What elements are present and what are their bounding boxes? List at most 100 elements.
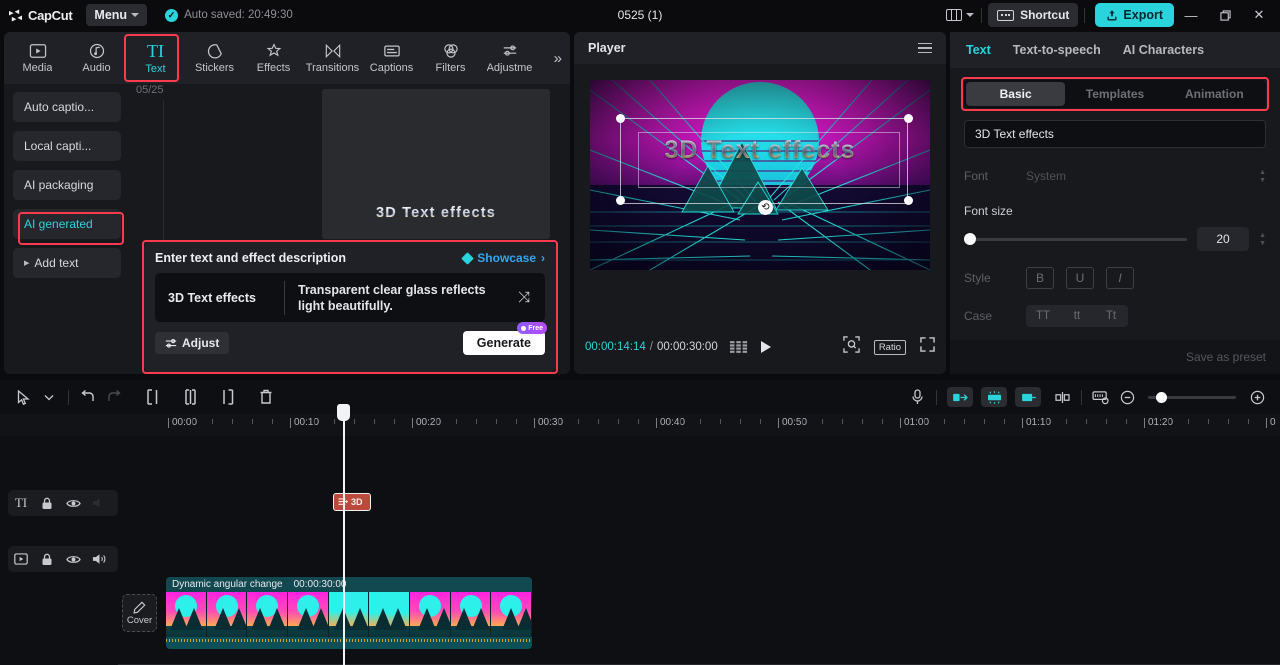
sidebar-item-ai-generated[interactable]: AI generated xyxy=(13,209,121,239)
video-clip[interactable]: Dynamic angular change 00:00:30:00 xyxy=(166,577,532,649)
font-size-stepper[interactable]: ▲ ▼ xyxy=(1259,232,1266,247)
showcase-link[interactable]: Showcase › xyxy=(461,251,545,265)
prompt-text-input[interactable]: 3D Text effects xyxy=(168,291,284,305)
maximize-icon xyxy=(1219,9,1231,21)
maximize-button[interactable] xyxy=(1208,0,1242,30)
italic-button[interactable]: I xyxy=(1106,267,1134,289)
prompt-input-box[interactable]: 3D Text effects Transparent clear glass … xyxy=(155,273,545,322)
ratio-button[interactable]: Ratio xyxy=(873,339,906,355)
tool-dropdown-button[interactable] xyxy=(36,384,62,410)
segment-basic[interactable]: Basic xyxy=(966,82,1066,106)
more-tabs-button[interactable]: » xyxy=(554,50,562,67)
resize-handle-bl[interactable] xyxy=(616,196,625,205)
tab-adjustment[interactable]: Adjustme xyxy=(480,34,539,82)
tab-audio[interactable]: Audio xyxy=(67,34,126,82)
tab-ai-characters[interactable]: AI Characters xyxy=(1123,43,1204,57)
bold-button[interactable]: B xyxy=(1026,267,1054,289)
tab-filters[interactable]: Filters xyxy=(421,34,480,82)
audio-waveform-strip xyxy=(166,637,532,649)
playhead[interactable] xyxy=(337,404,350,665)
frames-view-icon[interactable] xyxy=(729,341,748,353)
menu-button[interactable]: Menu xyxy=(86,4,148,26)
zoom-in-button[interactable] xyxy=(1244,384,1270,410)
adjust-button[interactable]: Adjust xyxy=(155,332,230,354)
speed-ramp-right-button[interactable] xyxy=(1015,387,1041,407)
text-content-input[interactable]: 3D Text effects xyxy=(964,120,1266,148)
record-voiceover-button[interactable] xyxy=(904,384,930,410)
sidebar-item-local-captions[interactable]: Local capti... xyxy=(13,131,121,161)
split-button[interactable] xyxy=(177,384,203,410)
generated-preview-card[interactable]: 3D Text effects xyxy=(322,89,550,239)
resize-handle-tr[interactable] xyxy=(904,114,913,123)
ruler-label: 00:20 xyxy=(411,417,442,428)
visibility-icon[interactable] xyxy=(60,546,86,572)
shortcut-button[interactable]: Shortcut xyxy=(988,3,1079,27)
delete-button[interactable] xyxy=(253,384,279,410)
shortcut-label: Shortcut xyxy=(1020,8,1070,22)
playhead-handle[interactable] xyxy=(337,404,350,421)
close-button[interactable]: ✕ xyxy=(1242,0,1276,30)
segment-animation[interactable]: Animation xyxy=(1165,82,1264,106)
lock-icon[interactable] xyxy=(34,490,60,516)
sidebar-item-add-text[interactable]: ▶ Add text xyxy=(13,248,121,278)
font-size-input[interactable]: 20 xyxy=(1197,227,1250,251)
tab-captions[interactable]: Captions xyxy=(362,34,421,82)
player-menu-icon[interactable] xyxy=(918,42,932,54)
auto-cut-button[interactable] xyxy=(981,387,1007,407)
text-clip[interactable]: 3D xyxy=(333,493,371,511)
minimize-button[interactable]: — xyxy=(1174,0,1208,30)
mirror-button[interactable] xyxy=(1049,384,1075,410)
export-button[interactable]: Export xyxy=(1095,3,1174,27)
audio-mute-icon[interactable] xyxy=(86,546,112,572)
segment-templates[interactable]: Templates xyxy=(1065,82,1164,106)
sidebar-item-auto-captions[interactable]: Auto captio... xyxy=(13,92,121,122)
tab-text[interactable]: TI Text xyxy=(126,34,185,82)
tab-stickers[interactable]: Stickers xyxy=(185,34,244,82)
filmstrip-icon xyxy=(729,341,748,353)
undo-button[interactable] xyxy=(75,384,101,410)
timeline-ruler[interactable]: 00:00 00:10 00:20 00:30 00:40 00:50 01:0… xyxy=(0,414,1280,436)
font-select[interactable]: System ▲ ▼ xyxy=(1026,164,1266,188)
zoom-slider-knob[interactable] xyxy=(1156,391,1167,403)
tab-media[interactable]: Media xyxy=(8,34,67,82)
lock-icon[interactable] xyxy=(34,546,60,572)
sidebar-item-ai-packaging[interactable]: AI packaging xyxy=(13,170,121,200)
resize-handle-br[interactable] xyxy=(904,196,913,205)
case-titlecase-button[interactable]: Tt xyxy=(1094,310,1128,322)
prompt-description-input[interactable]: Transparent clear glass reflects light b… xyxy=(298,282,513,314)
zoom-preview-button[interactable] xyxy=(843,336,860,358)
tab-effects[interactable]: Effects xyxy=(244,34,303,82)
case-lowercase-button[interactable]: tt xyxy=(1060,310,1094,322)
player-stage[interactable]: 3D Text effects ⟲ xyxy=(590,80,930,270)
segment-control-wrapper: Basic Templates Animation xyxy=(961,77,1269,111)
shuffle-icon[interactable]: ⤨ xyxy=(513,289,535,306)
tab-text-to-speech[interactable]: Text-to-speech xyxy=(1013,43,1101,57)
generate-button[interactable]: Generate xyxy=(462,331,545,355)
font-size-slider[interactable] xyxy=(964,233,1188,245)
tab-transitions[interactable]: Transitions xyxy=(303,34,362,82)
visibility-icon[interactable] xyxy=(60,490,86,516)
fullscreen-button[interactable] xyxy=(920,337,935,357)
underline-button[interactable]: U xyxy=(1066,267,1094,289)
select-tool-button[interactable] xyxy=(10,384,36,410)
speed-ramp-left-button[interactable] xyxy=(947,387,973,407)
layout-button[interactable] xyxy=(945,2,975,28)
save-as-preset-button[interactable]: Save as preset xyxy=(1186,350,1266,364)
markers-button[interactable] xyxy=(1088,384,1114,410)
zoom-out-button[interactable] xyxy=(1114,384,1140,410)
text-track-icon: TI xyxy=(14,495,28,510)
split-left-button[interactable] xyxy=(139,384,165,410)
cover-button[interactable]: Cover xyxy=(122,594,157,632)
case-uppercase-button[interactable]: TT xyxy=(1026,310,1060,322)
tab-text-properties[interactable]: Text xyxy=(966,43,991,57)
resize-handle-tl[interactable] xyxy=(616,114,625,123)
ruler-label: 01:00 xyxy=(899,417,930,428)
rotate-handle-icon[interactable]: ⟲ xyxy=(758,200,773,215)
timeline-zoom-slider[interactable] xyxy=(1148,391,1236,403)
redo-button[interactable] xyxy=(101,384,127,410)
split-right-button[interactable] xyxy=(215,384,241,410)
slider-knob[interactable] xyxy=(964,233,976,245)
timeline-toolbar-right xyxy=(904,384,1270,410)
play-button[interactable] xyxy=(760,340,772,354)
tab-label: Transitions xyxy=(305,61,360,74)
